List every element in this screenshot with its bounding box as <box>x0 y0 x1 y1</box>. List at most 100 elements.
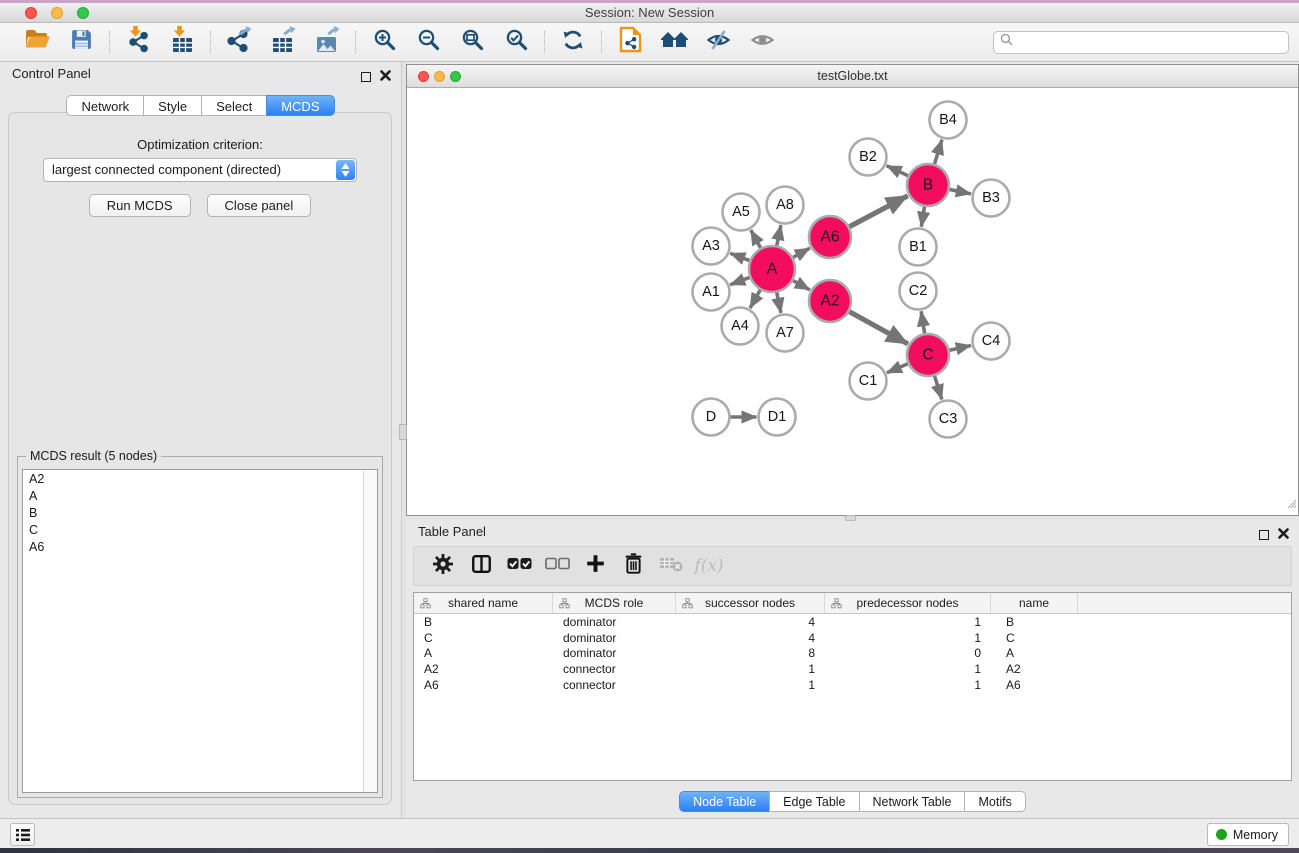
resize-grip-icon[interactable] <box>1285 496 1297 514</box>
result-scrollbar[interactable] <box>363 470 377 792</box>
table-cell[interactable]: 4 <box>676 615 825 629</box>
import-table-button[interactable] <box>166 26 198 58</box>
deselect-all-button[interactable] <box>538 550 576 582</box>
table-cell[interactable]: A2 <box>991 662 1078 676</box>
zoom-fit-button[interactable] <box>456 26 488 58</box>
table-cell[interactable]: 8 <box>676 646 825 660</box>
result-list-item[interactable]: A <box>23 487 377 504</box>
table-cell[interactable]: A6 <box>414 678 553 692</box>
column-header-name[interactable]: name <box>991 593 1078 613</box>
apply-layout-button[interactable] <box>557 26 589 58</box>
table-row[interactable]: Cdominator41C <box>414 630 1291 646</box>
table-cell[interactable]: 1 <box>825 678 991 692</box>
graph-edge-A2-C[interactable] <box>849 312 908 344</box>
table-row[interactable]: A2connector11A2 <box>414 661 1291 677</box>
table-row[interactable]: Bdominator41B <box>414 614 1291 630</box>
table-cell[interactable]: 1 <box>676 662 825 676</box>
graph-edge-A-A1[interactable] <box>730 277 749 284</box>
table-cell[interactable]: A <box>414 646 553 660</box>
tab-select[interactable]: Select <box>201 95 267 116</box>
network-graph[interactable]: B4B2BB3A8A5A6A3B1AC2A1A2A4A7C4CC1C3DD1 <box>407 88 1298 515</box>
result-list-item[interactable]: B <box>23 504 377 521</box>
result-list-item[interactable]: A2 <box>23 470 377 487</box>
export-image-button[interactable] <box>311 26 343 58</box>
result-list-item[interactable]: C <box>23 521 377 538</box>
fit-content-button[interactable] <box>658 26 690 58</box>
tab-network-table[interactable]: Network Table <box>859 791 966 812</box>
result-list-item[interactable]: A6 <box>23 538 377 555</box>
column-header-successor-nodes[interactable]: successor nodes <box>676 593 825 613</box>
table-cell[interactable]: A6 <box>991 678 1078 692</box>
table-cell[interactable]: connector <box>553 678 676 692</box>
task-history-button[interactable] <box>10 823 35 846</box>
select-all-button[interactable] <box>500 550 538 582</box>
import-network-button[interactable] <box>122 26 154 58</box>
network-from-file-button[interactable] <box>614 26 646 58</box>
export-network-button[interactable] <box>223 26 255 58</box>
close-panel-button[interactable]: Close panel <box>207 194 312 217</box>
table-cell[interactable]: C <box>991 631 1078 645</box>
delete-columns-button[interactable] <box>614 550 652 582</box>
search-input[interactable] <box>1017 35 1282 49</box>
float-panel-icon[interactable] <box>361 72 371 82</box>
node-table[interactable]: shared nameMCDS rolesuccessor nodesprede… <box>413 592 1292 781</box>
graph-edge-A-A6[interactable] <box>793 248 810 257</box>
column-header-shared-name[interactable]: shared name <box>414 593 553 613</box>
column-header-MCDS-role[interactable]: MCDS role <box>553 593 676 613</box>
vertical-splitter-grip[interactable] <box>399 424 407 440</box>
open-file-button[interactable] <box>21 26 53 58</box>
table-cell[interactable]: 0 <box>825 646 991 660</box>
graph-edge-A-A5[interactable] <box>751 230 761 248</box>
graph-edge-A-A7[interactable] <box>777 293 781 313</box>
search-box[interactable] <box>993 31 1289 54</box>
save-session-button[interactable] <box>65 26 97 58</box>
graph-edge-B-B2[interactable] <box>887 166 908 176</box>
show-hidden-button[interactable] <box>746 26 778 58</box>
table-cell[interactable]: dominator <box>553 646 676 660</box>
table-cell[interactable]: dominator <box>553 631 676 645</box>
show-columns-button[interactable] <box>462 550 500 582</box>
table-cell[interactable]: B <box>414 615 553 629</box>
memory-button[interactable]: Memory <box>1207 823 1289 846</box>
graph-edge-B-B4[interactable] <box>934 140 942 164</box>
zoom-selected-button[interactable] <box>500 26 532 58</box>
table-cell[interactable]: 1 <box>825 662 991 676</box>
table-row[interactable]: A6connector11A6 <box>414 677 1291 693</box>
mcds-result-list[interactable]: A2ABCA6 <box>22 469 378 793</box>
table-cell[interactable]: 1 <box>676 678 825 692</box>
tab-style[interactable]: Style <box>143 95 202 116</box>
graph-edge-A-A3[interactable] <box>730 253 749 260</box>
graph-edge-A6-B[interactable] <box>849 196 907 227</box>
close-panel-icon[interactable] <box>380 68 391 86</box>
graph-edge-B-B1[interactable] <box>921 207 924 227</box>
create-column-button[interactable] <box>576 550 614 582</box>
hide-selected-button[interactable] <box>702 26 734 58</box>
table-cell[interactable]: 1 <box>825 631 991 645</box>
column-header-predecessor-nodes[interactable]: predecessor nodes <box>825 593 991 613</box>
table-cell[interactable]: C <box>414 631 553 645</box>
graph-edge-A-A4[interactable] <box>750 290 760 308</box>
table-cell[interactable]: connector <box>553 662 676 676</box>
tab-network[interactable]: Network <box>66 95 144 116</box>
zoom-out-button[interactable] <box>412 26 444 58</box>
graph-edge-A-A8[interactable] <box>777 225 781 245</box>
table-row[interactable]: Adominator80A <box>414 646 1291 662</box>
tab-motifs[interactable]: Motifs <box>964 791 1025 812</box>
graph-edge-C-C2[interactable] <box>921 311 924 333</box>
graph-edge-C-C4[interactable] <box>949 345 971 350</box>
graph-edge-C-C1[interactable] <box>887 364 908 373</box>
graph-edge-A-A2[interactable] <box>793 281 810 290</box>
zoom-in-button[interactable] <box>368 26 400 58</box>
close-table-panel-icon[interactable] <box>1278 526 1289 544</box>
table-cell[interactable]: dominator <box>553 615 676 629</box>
graph-edge-C-C3[interactable] <box>935 376 942 399</box>
table-cell[interactable]: A2 <box>414 662 553 676</box>
network-canvas[interactable]: B4B2BB3A8A5A6A3B1AC2A1A2A4A7C4CC1C3DD1 <box>407 88 1298 515</box>
criterion-dropdown[interactable]: largest connected component (directed) <box>43 158 357 182</box>
tab-edge-table[interactable]: Edge Table <box>769 791 859 812</box>
float-table-panel-icon[interactable] <box>1259 530 1269 540</box>
table-cell[interactable]: B <box>991 615 1078 629</box>
table-cell[interactable]: 4 <box>676 631 825 645</box>
horizontal-splitter-grip[interactable] <box>845 515 856 521</box>
export-table-button[interactable] <box>267 26 299 58</box>
